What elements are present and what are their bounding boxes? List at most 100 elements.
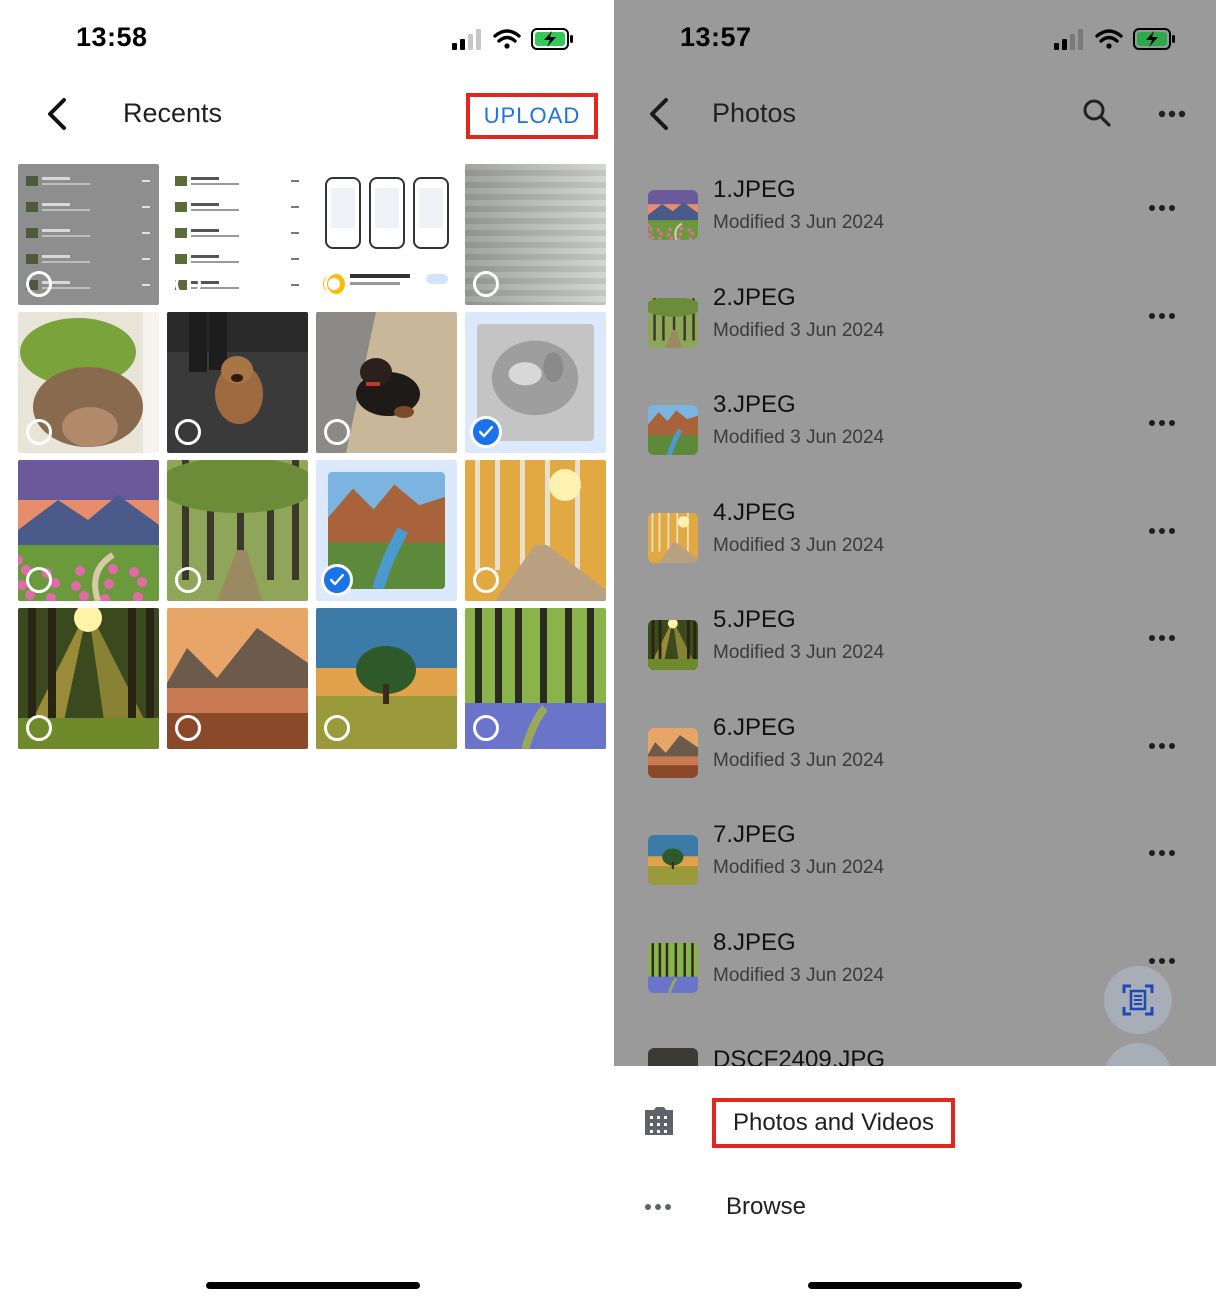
file-thumbnail bbox=[648, 727, 698, 778]
wifi-icon bbox=[493, 29, 521, 49]
photo-tile[interactable] bbox=[316, 608, 457, 749]
more-icon[interactable] bbox=[1148, 312, 1176, 320]
wifi-icon bbox=[1095, 29, 1123, 49]
battery-charging-icon bbox=[1133, 28, 1175, 50]
photo-tile[interactable] bbox=[167, 164, 308, 305]
photo-tile[interactable] bbox=[18, 312, 159, 453]
signal-icon bbox=[452, 29, 481, 50]
photo-tile[interactable] bbox=[316, 164, 457, 305]
search-icon[interactable] bbox=[1082, 98, 1112, 128]
file-thumbnail bbox=[648, 942, 698, 993]
photos-location-screen: 13:57 Photos 1.JPEG Modified 3 Jun 2024 … bbox=[614, 0, 1216, 1299]
selected-check-icon[interactable] bbox=[470, 416, 502, 448]
select-circle-icon[interactable] bbox=[175, 271, 201, 297]
select-circle-icon[interactable] bbox=[324, 715, 350, 741]
file-name: 3.JPEG bbox=[713, 391, 796, 418]
file-row[interactable]: 5.JPEG Modified 3 Jun 2024 bbox=[614, 606, 1216, 727]
photo-tile[interactable] bbox=[18, 608, 159, 749]
file-thumbnail bbox=[648, 190, 698, 240]
select-circle-icon[interactable] bbox=[26, 715, 52, 741]
file-modified: Modified 3 Jun 2024 bbox=[713, 964, 885, 986]
file-thumbnail bbox=[648, 620, 698, 670]
browse-option[interactable]: Browse bbox=[726, 1193, 806, 1221]
page-title: Recents bbox=[123, 98, 223, 128]
signal-icon bbox=[1054, 29, 1083, 50]
file-modified: Modified 3 Jun 2024 bbox=[713, 319, 885, 341]
file-modified: Modified 3 Jun 2024 bbox=[713, 642, 885, 663]
photos-and-videos-option[interactable]: Photos and Videos bbox=[712, 1098, 955, 1148]
file-thumbnail bbox=[648, 297, 698, 348]
photo-tile[interactable] bbox=[167, 312, 308, 453]
file-modified: Modified 3 Jun 2024 bbox=[713, 749, 885, 771]
file-row[interactable]: 4.JPEG Modified 3 Jun 2024 bbox=[614, 499, 1216, 620]
file-modified: Modified 3 Jun 2024 bbox=[713, 427, 885, 448]
home-indicator[interactable] bbox=[206, 1282, 420, 1289]
select-circle-icon[interactable] bbox=[324, 419, 350, 445]
recents-picker-screen: 13:58 Recents UPLOAD bbox=[0, 0, 614, 1299]
photo-tile[interactable] bbox=[316, 460, 457, 601]
photo-tile[interactable] bbox=[167, 608, 308, 749]
select-circle-icon[interactable] bbox=[26, 419, 52, 445]
status-time: 13:57 bbox=[680, 22, 752, 52]
page-title: Photos bbox=[712, 98, 797, 128]
select-circle-icon[interactable] bbox=[26, 271, 52, 297]
partial-file-name[interactable]: DSCF2409.JPG bbox=[713, 1046, 885, 1066]
file-row[interactable]: 2.JPEG Modified 3 Jun 2024 bbox=[614, 284, 1216, 405]
select-circle-icon[interactable] bbox=[473, 567, 499, 593]
more-icon[interactable] bbox=[1158, 110, 1186, 118]
photos-folder-icon bbox=[645, 1107, 673, 1135]
file-name: 8.JPEG bbox=[713, 928, 796, 956]
scan-icon bbox=[1122, 984, 1154, 1016]
selected-check-icon[interactable] bbox=[321, 564, 353, 596]
select-circle-icon[interactable] bbox=[473, 271, 499, 297]
more-icon[interactable] bbox=[1148, 742, 1176, 750]
file-thumbnail bbox=[648, 405, 698, 455]
select-circle-icon[interactable] bbox=[26, 567, 52, 593]
photo-tile[interactable] bbox=[316, 312, 457, 453]
status-icons bbox=[1054, 28, 1175, 50]
file-name: 1.JPEG bbox=[713, 176, 796, 203]
select-circle-icon[interactable] bbox=[175, 567, 201, 593]
file-name: 7.JPEG bbox=[713, 821, 796, 848]
more-icon[interactable] bbox=[1148, 204, 1176, 212]
status-time: 13:58 bbox=[76, 22, 148, 52]
partial-thumb bbox=[648, 1048, 698, 1066]
more-icon[interactable] bbox=[1148, 849, 1176, 857]
home-indicator[interactable] bbox=[808, 1282, 1022, 1289]
status-icons bbox=[452, 28, 573, 50]
back-chevron-icon[interactable] bbox=[44, 96, 70, 132]
scan-button[interactable] bbox=[1104, 966, 1172, 1034]
file-thumbnail bbox=[648, 835, 698, 885]
photo-tile[interactable] bbox=[18, 164, 159, 305]
photo-tile[interactable] bbox=[465, 312, 606, 453]
select-circle-icon[interactable] bbox=[175, 715, 201, 741]
photo-tile[interactable] bbox=[18, 460, 159, 601]
file-name: 6.JPEG bbox=[713, 713, 796, 741]
photo-tile[interactable] bbox=[465, 608, 606, 749]
location-sheet: Photos and Videos Browse bbox=[614, 1066, 1216, 1299]
file-modified: Modified 3 Jun 2024 bbox=[713, 857, 885, 878]
more-icon[interactable] bbox=[1148, 634, 1176, 642]
battery-charging-icon bbox=[531, 28, 573, 50]
select-circle-icon[interactable] bbox=[324, 271, 350, 297]
select-circle-icon[interactable] bbox=[473, 715, 499, 741]
upload-button[interactable]: UPLOAD bbox=[466, 93, 598, 139]
file-modified: Modified 3 Jun 2024 bbox=[713, 534, 885, 556]
file-name: 2.JPEG bbox=[713, 283, 796, 311]
more-dots-icon bbox=[645, 1204, 671, 1210]
select-circle-icon[interactable] bbox=[175, 419, 201, 445]
more-icon[interactable] bbox=[1148, 957, 1176, 965]
more-icon[interactable] bbox=[1148, 527, 1176, 535]
file-row[interactable]: 1.JPEG Modified 3 Jun 2024 bbox=[614, 176, 1216, 297]
file-row[interactable]: 6.JPEG Modified 3 Jun 2024 bbox=[614, 714, 1216, 835]
file-row[interactable]: 3.JPEG Modified 3 Jun 2024 bbox=[614, 391, 1216, 512]
file-name: 4.JPEG bbox=[713, 498, 796, 526]
file-modified: Modified 3 Jun 2024 bbox=[713, 212, 885, 233]
photo-tile[interactable] bbox=[465, 460, 606, 601]
photo-tile[interactable] bbox=[167, 460, 308, 601]
photo-tile[interactable] bbox=[465, 164, 606, 305]
file-row[interactable]: 7.JPEG Modified 3 Jun 2024 bbox=[614, 821, 1216, 942]
more-icon[interactable] bbox=[1148, 419, 1176, 427]
file-thumbnail bbox=[648, 512, 698, 563]
back-chevron-icon[interactable] bbox=[646, 96, 672, 132]
